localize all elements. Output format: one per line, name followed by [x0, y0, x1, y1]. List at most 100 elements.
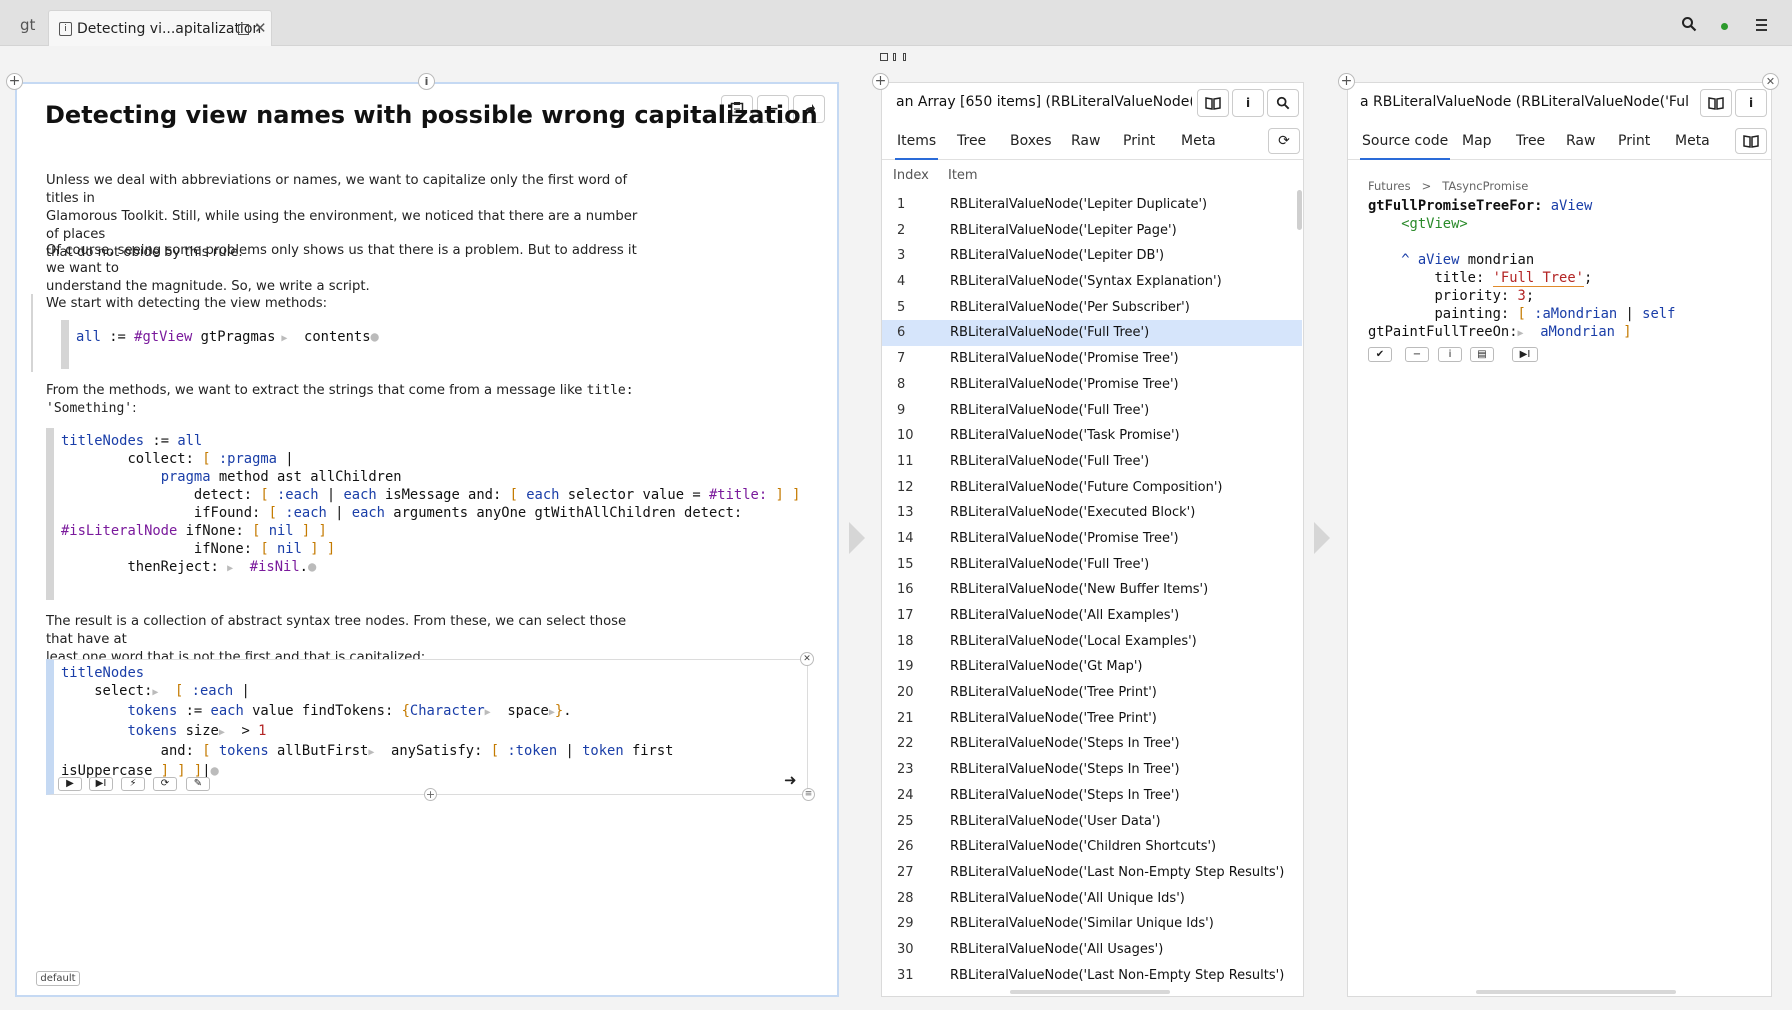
table-row[interactable]: 10 RBLiteralValueNode('Task Promise')	[882, 423, 1302, 449]
tab-print[interactable]: Print	[1123, 124, 1155, 160]
clipboard-button[interactable]: ▤	[1470, 347, 1494, 362]
add-pane-button[interactable]: +	[1338, 73, 1355, 90]
tab-raw[interactable]: Raw	[1566, 124, 1595, 160]
menu-handle-icon[interactable]: ≡	[802, 788, 815, 801]
tab-tree[interactable]: Tree	[1516, 124, 1545, 160]
go-arrow-icon[interactable]: ➜	[784, 771, 797, 789]
table-row[interactable]: 3 RBLiteralValueNode('Lepiter DB')	[882, 243, 1302, 269]
table-row[interactable]: 31 RBLiteralValueNode('Last Non-Empty Ste…	[882, 963, 1302, 989]
default-tag[interactable]: default	[36, 971, 80, 986]
tab-tree[interactable]: Tree	[957, 124, 986, 160]
row-item: RBLiteralValueNode('Gt Map')	[950, 659, 1143, 675]
book-button[interactable]	[1197, 89, 1229, 117]
table-row[interactable]: 13 RBLiteralValueNode('Executed Block')	[882, 500, 1302, 526]
close-pane-button[interactable]: ✕	[1762, 73, 1779, 90]
table-row[interactable]: 15 RBLiteralValueNode('Full Tree')	[882, 552, 1302, 578]
table-row[interactable]: 8 RBLiteralValueNode('Promise Tree')	[882, 372, 1302, 398]
book-button[interactable]	[1700, 89, 1732, 117]
table-row[interactable]: 19 RBLiteralValueNode('Gt Map')	[882, 654, 1302, 680]
scrollbar[interactable]	[1297, 190, 1302, 230]
tab-items[interactable]: Items	[895, 124, 939, 160]
row-item: RBLiteralValueNode('All Unique Ids')	[950, 890, 1185, 906]
table-row[interactable]: 29 RBLiteralValueNode('Similar Unique Ids…	[882, 911, 1302, 937]
column-header-index[interactable]: Index	[893, 168, 929, 183]
table-row[interactable]: 5 RBLiteralValueNode('Per Subscriber')	[882, 295, 1302, 321]
layout-icon[interactable]	[893, 53, 896, 61]
minimize-button[interactable]: −	[1405, 347, 1429, 362]
table-row[interactable]: 7 RBLiteralValueNode('Promise Tree')	[882, 346, 1302, 372]
table-row[interactable]: 24 RBLiteralValueNode('Steps In Tree')	[882, 783, 1302, 809]
info-button[interactable]: i	[1232, 89, 1264, 117]
table-row[interactable]: 17 RBLiteralValueNode('All Examples')	[882, 603, 1302, 629]
tab-raw[interactable]: Raw	[1071, 124, 1100, 160]
add-pane-button[interactable]: +	[6, 73, 23, 90]
table-row[interactable]: 20 RBLiteralValueNode('Tree Print')	[882, 680, 1302, 706]
paragraph: From the methods, we want to extract the…	[46, 383, 634, 416]
layout-icon[interactable]	[880, 53, 888, 61]
table-row[interactable]: 2 RBLiteralValueNode('Lepiter Page')	[882, 218, 1302, 244]
row-item: RBLiteralValueNode('Full Tree')	[950, 325, 1150, 341]
table-row[interactable]: 11 RBLiteralValueNode('Full Tree')	[882, 449, 1302, 475]
tab-map[interactable]: Map	[1462, 124, 1492, 160]
table-row[interactable]: 30 RBLiteralValueNode('All Usages')	[882, 937, 1302, 963]
table-row[interactable]: 26 RBLiteralValueNode('Children Shortcuts…	[882, 834, 1302, 860]
inspect-button[interactable]: ▶I	[89, 777, 113, 791]
table-row[interactable]: 1 RBLiteralValueNode('Lepiter Duplicate')	[882, 192, 1302, 218]
search-icon[interactable]	[1681, 16, 1697, 32]
row-index: 10	[897, 428, 914, 444]
tab-boxes[interactable]: Boxes	[1010, 124, 1052, 160]
row-item: RBLiteralValueNode('Full Tree')	[950, 453, 1150, 469]
table-row[interactable]: 28 RBLiteralValueNode('All Unique Ids')	[882, 886, 1302, 912]
profile-button[interactable]: ⟳	[153, 777, 177, 791]
run-button[interactable]: ▶	[58, 777, 82, 791]
breadcrumb-class[interactable]: TAsyncPromise	[1442, 179, 1528, 193]
tab-source-code[interactable]: Source code	[1360, 124, 1451, 160]
code-snippet[interactable]: all := #gtView gtPragmas ▶ contents●	[76, 328, 379, 348]
table-row[interactable]: 27 RBLiteralValueNode('Last Non-Empty Ste…	[882, 860, 1302, 886]
horizontal-scrollbar[interactable]	[1476, 990, 1676, 994]
row-index: 23	[897, 762, 914, 778]
table-row[interactable]: 21 RBLiteralValueNode('Tree Print')	[882, 706, 1302, 732]
add-pane-button[interactable]: +	[872, 73, 889, 90]
info-button[interactable]: i	[418, 73, 435, 90]
table-row[interactable]: 6 RBLiteralValueNode('Full Tree')	[882, 320, 1302, 347]
gt-logo[interactable]: gt	[20, 16, 35, 34]
maximize-icon[interactable]	[238, 24, 249, 35]
table-row[interactable]: 14 RBLiteralValueNode('Promise Tree')	[882, 526, 1302, 552]
info-button[interactable]: i	[1735, 89, 1767, 117]
page-icon: i	[59, 22, 72, 36]
source-code-editor[interactable]: gtFullPromiseTreeFor: aView <gtView> ^ a…	[1368, 197, 1675, 343]
breadcrumb-package[interactable]: Futures	[1368, 179, 1411, 193]
horizontal-scrollbar[interactable]	[1010, 990, 1170, 994]
row-item: RBLiteralValueNode('Lepiter Duplicate')	[950, 197, 1208, 212]
tab-meta[interactable]: Meta	[1181, 124, 1216, 160]
refresh-button[interactable]: ⟳	[1268, 128, 1300, 154]
search-button[interactable]	[1267, 89, 1299, 117]
column-header-item[interactable]: Item	[948, 168, 978, 183]
table-row[interactable]: 16 RBLiteralValueNode('New Buffer Items')	[882, 577, 1302, 603]
pane-arrow-icon	[849, 522, 865, 554]
table-row[interactable]: 12 RBLiteralValueNode('Future Composition…	[882, 475, 1302, 501]
code-snippet[interactable]: titleNodes := all collect: [ :pragma | p…	[61, 432, 801, 578]
layout-icon[interactable]	[903, 53, 906, 61]
tab-page[interactable]: i Detecting vi...apitalization ✕	[48, 10, 272, 46]
close-icon[interactable]: ✕	[254, 19, 267, 37]
add-snippet-button[interactable]: +	[424, 788, 437, 801]
inspect-button[interactable]: ▶I	[1512, 347, 1538, 362]
tab-meta[interactable]: Meta	[1675, 124, 1710, 160]
debug-button[interactable]: ⚡	[121, 777, 145, 791]
book-button[interactable]	[1735, 128, 1767, 154]
table-row[interactable]: 25 RBLiteralValueNode('User Data')	[882, 809, 1302, 835]
edit-button[interactable]: ✎	[186, 777, 210, 791]
code-snippet[interactable]: titleNodes select:▶ [ :each | tokens := …	[61, 664, 673, 780]
menu-icon[interactable]	[1756, 19, 1767, 31]
table-row[interactable]: 4 RBLiteralValueNode('Syntax Explanation'…	[882, 269, 1302, 295]
table-row[interactable]: 9 RBLiteralValueNode('Full Tree')	[882, 398, 1302, 424]
accept-button[interactable]: ✔	[1368, 347, 1392, 362]
table-row[interactable]: 18 RBLiteralValueNode('Local Examples')	[882, 629, 1302, 655]
info-button[interactable]: i	[1438, 347, 1462, 362]
table-row[interactable]: 23 RBLiteralValueNode('Steps In Tree')	[882, 757, 1302, 783]
tab-print[interactable]: Print	[1618, 124, 1650, 160]
close-icon[interactable]: ✕	[800, 652, 814, 666]
table-row[interactable]: 22 RBLiteralValueNode('Steps In Tree')	[882, 731, 1302, 757]
